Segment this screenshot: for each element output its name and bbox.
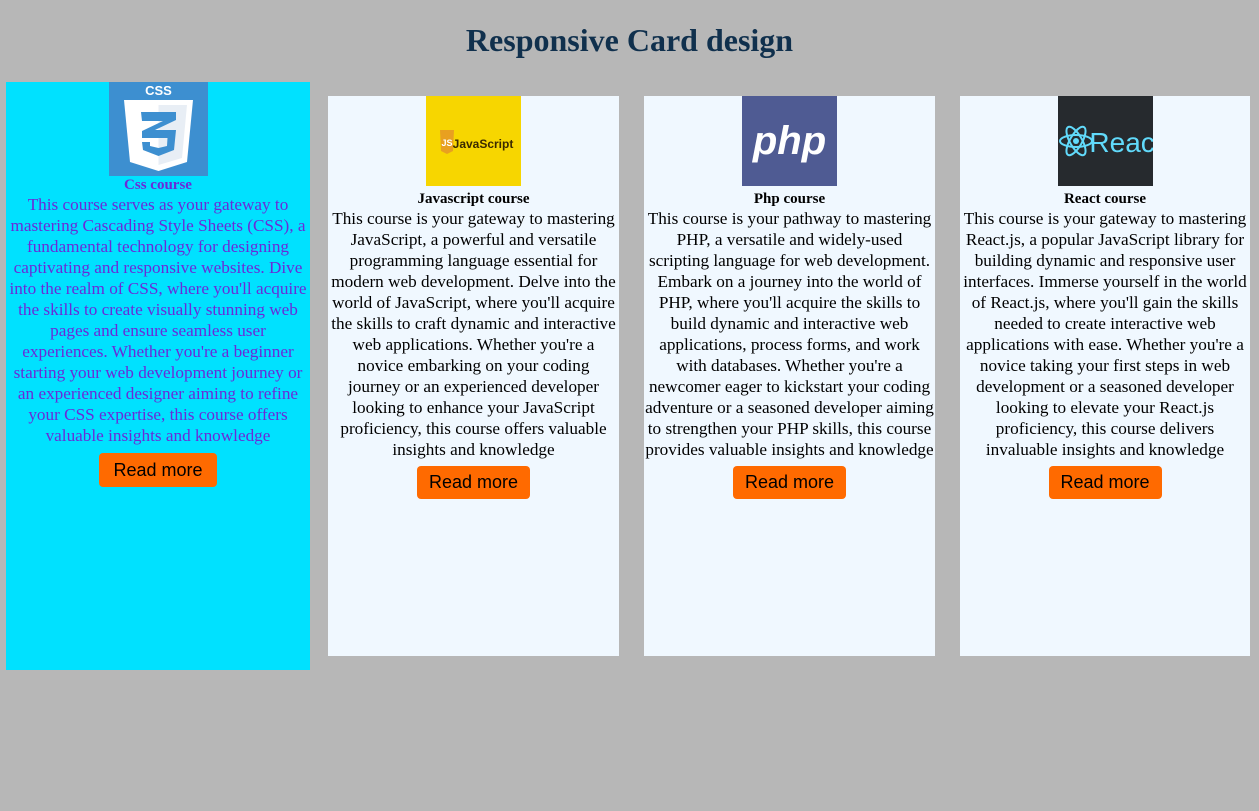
svg-text:JS: JS xyxy=(441,138,452,148)
card-javascript[interactable]: JS JavaScript Javascript course This cou… xyxy=(328,96,619,656)
course-title: React course xyxy=(1063,191,1147,207)
course-title: Css course xyxy=(124,177,192,193)
javascript-logo-icon: JS JavaScript xyxy=(426,96,521,186)
svg-text:JavaScript: JavaScript xyxy=(453,137,514,151)
svg-text:React: React xyxy=(1089,127,1153,158)
page-title: Responsive Card design xyxy=(465,22,794,58)
course-description: This course serves as your gateway to ma… xyxy=(9,195,307,445)
course-description: This course is your gateway to mastering… xyxy=(331,209,616,459)
course-title: Javascript course xyxy=(417,191,530,207)
card-css[interactable]: CSS Css course This course serves as you… xyxy=(6,82,310,670)
read-more-button[interactable]: Read more xyxy=(1048,466,1162,499)
card-react[interactable]: React React course This course is your g… xyxy=(960,96,1250,656)
svg-text:php: php xyxy=(752,119,826,163)
react-logo-icon: React xyxy=(1057,96,1153,186)
svg-text:CSS: CSS xyxy=(145,83,172,98)
card-php[interactable]: php Php course This course is your pathw… xyxy=(644,96,935,656)
course-title: Php course xyxy=(753,191,826,207)
read-more-button[interactable]: Read more xyxy=(417,466,530,499)
course-description: This course is your pathway to mastering… xyxy=(645,209,934,459)
php-logo-icon: php xyxy=(742,96,837,186)
course-description: This course is your gateway to mastering… xyxy=(963,209,1247,459)
css3-logo-icon: CSS xyxy=(108,82,208,176)
read-more-button[interactable]: Read more xyxy=(733,466,846,499)
read-more-button[interactable]: Read more xyxy=(99,453,217,487)
